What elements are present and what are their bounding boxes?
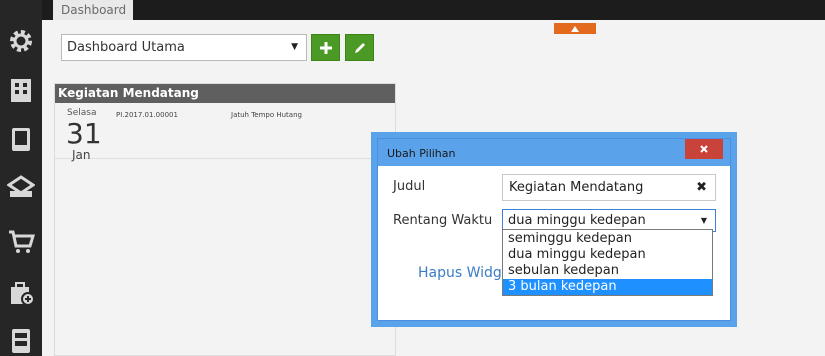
upcoming-events-widget: Kegiatan Mendatang Selasa 31 Jan PI.2017… bbox=[54, 83, 396, 356]
event-reference: PI.2017.01.00001 bbox=[116, 111, 178, 119]
modal-title-bar: Ubah Pilihan bbox=[378, 139, 730, 166]
archive-icon[interactable] bbox=[6, 325, 36, 355]
rentang-dropdown-list: seminggu kedepan dua minggu kedepan sebu… bbox=[502, 229, 713, 296]
close-icon bbox=[700, 145, 708, 153]
rentang-label: Rentang Waktu bbox=[393, 213, 493, 228]
widget-title: Kegiatan Mendatang bbox=[55, 84, 395, 103]
sidebar bbox=[0, 0, 42, 356]
stack-icon[interactable] bbox=[6, 172, 36, 202]
dropdown-option[interactable]: dua minggu kedepan bbox=[503, 247, 712, 263]
dashboard-select[interactable]: Dashboard Utama ▼ bbox=[61, 34, 307, 61]
cart-icon[interactable] bbox=[6, 226, 36, 256]
pencil-icon bbox=[354, 42, 365, 53]
judul-value: Kegiatan Mendatang bbox=[509, 180, 644, 195]
plus-icon bbox=[319, 41, 332, 54]
bag-add-icon[interactable] bbox=[6, 277, 36, 307]
judul-input[interactable]: Kegiatan Mendatang ✖ bbox=[502, 174, 716, 201]
chevron-up-icon bbox=[571, 25, 579, 32]
settings-gear-icon[interactable] bbox=[6, 26, 36, 56]
edit-dashboard-button[interactable] bbox=[345, 34, 374, 61]
add-dashboard-button[interactable] bbox=[311, 34, 340, 61]
judul-label: Judul bbox=[393, 179, 426, 194]
caret-down-icon: ▼ bbox=[291, 42, 298, 52]
book-icon[interactable] bbox=[6, 124, 36, 154]
event-item[interactable]: Selasa 31 Jan PI.2017.01.00001 Jatuh Tem… bbox=[55, 103, 395, 162]
caret-down-icon: ▼ bbox=[700, 216, 707, 225]
dropdown-option-selected[interactable]: 3 bulan kedepan bbox=[503, 279, 712, 295]
event-description: Jatuh Tempo Hutang bbox=[231, 111, 302, 119]
rentang-value: dua minggu kedepan bbox=[508, 213, 646, 228]
building-icon[interactable] bbox=[6, 75, 36, 105]
dashboard-select-value: Dashboard Utama bbox=[67, 40, 185, 55]
tab-dashboard[interactable]: Dashboard bbox=[53, 0, 133, 20]
event-month: Jan bbox=[72, 148, 91, 162]
dropdown-option[interactable]: seminggu kedepan bbox=[503, 231, 712, 247]
collapse-toggle[interactable] bbox=[554, 23, 596, 34]
modal-title: Ubah Pilihan bbox=[387, 147, 456, 160]
close-button[interactable] bbox=[685, 139, 723, 159]
clear-icon[interactable]: ✖ bbox=[696, 175, 707, 200]
dropdown-option[interactable]: sebulan kedepan bbox=[503, 263, 712, 279]
event-day-number: 31 bbox=[66, 117, 102, 150]
